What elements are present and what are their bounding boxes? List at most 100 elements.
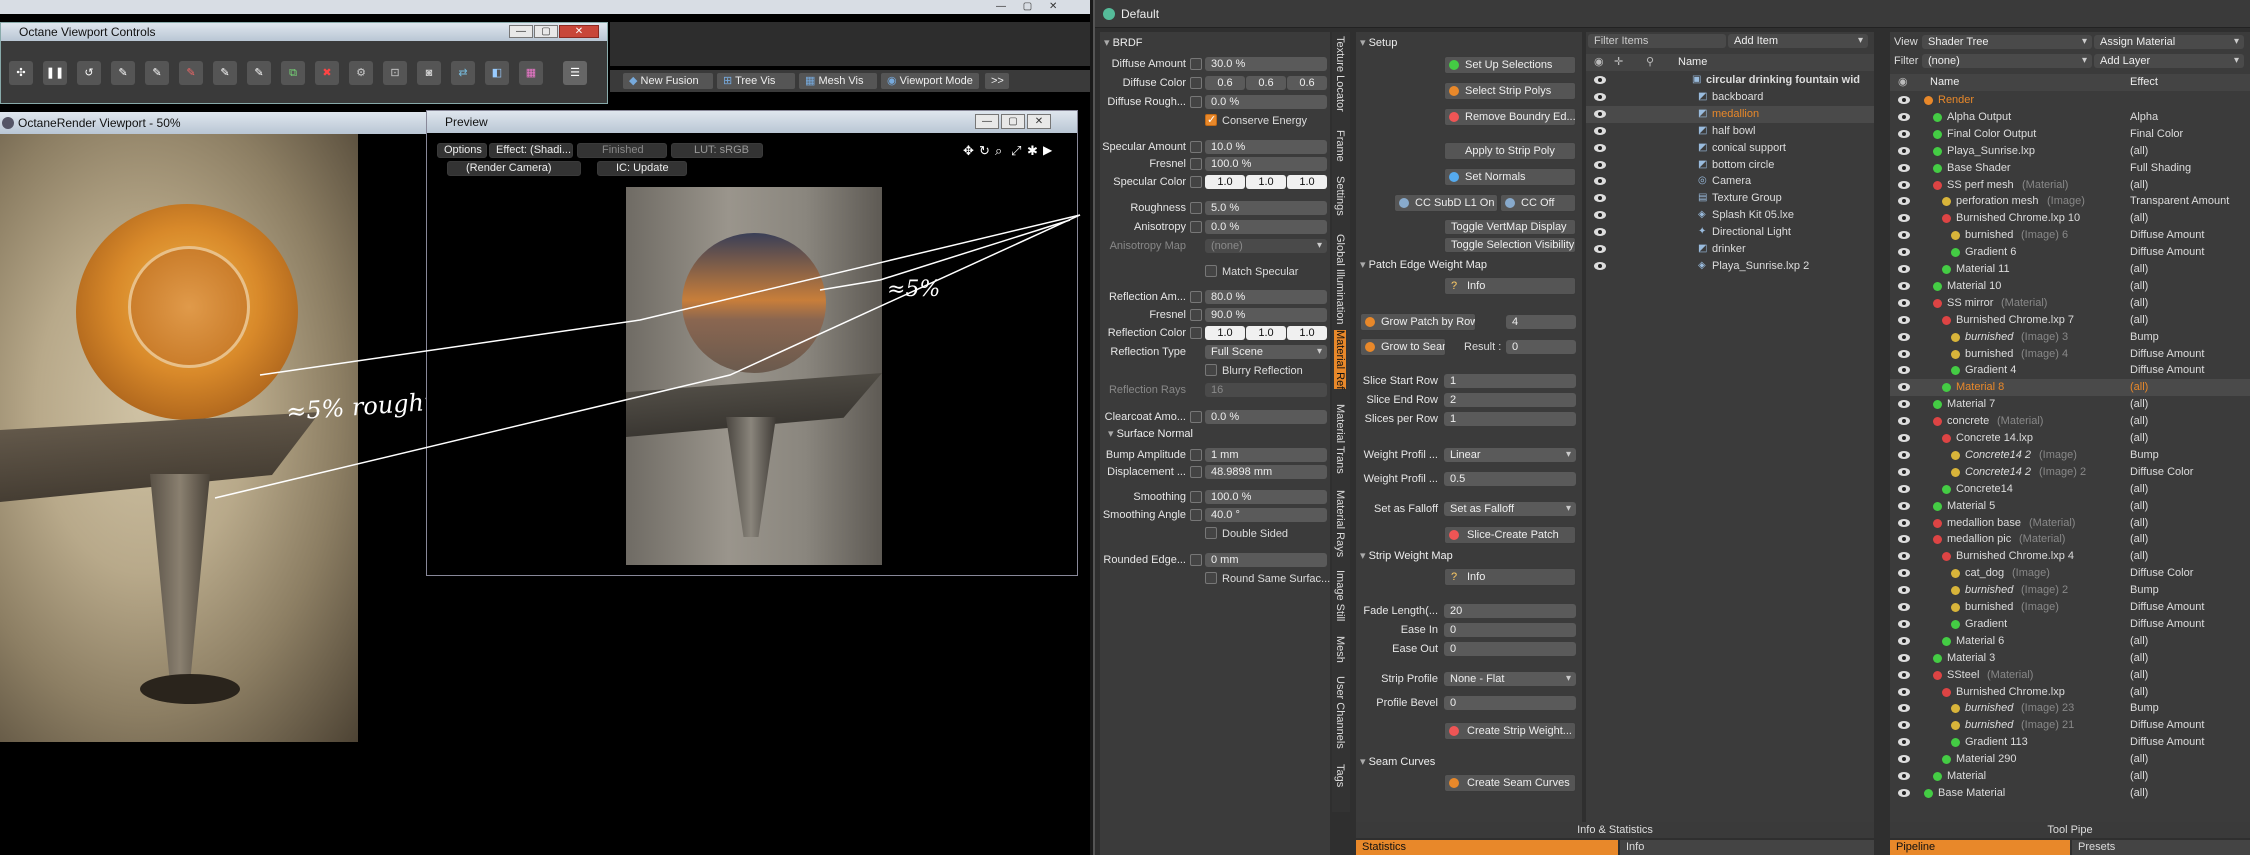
shader-layer-effect[interactable]: (all) [2130, 261, 2148, 278]
patch-info-button[interactable]: ? Info [1444, 277, 1576, 295]
set-as-falloff-dropdown[interactable]: Set as Falloff [1444, 502, 1576, 516]
shader-layer-effect[interactable]: Full Shading [2130, 160, 2191, 177]
shader-row[interactable]: Material 290 (all) [1890, 751, 2250, 768]
visibility-eye-icon[interactable] [1898, 535, 1910, 544]
vtab-material-ref[interactable]: Material Ref [1334, 330, 1346, 390]
shader-row[interactable]: burnished (Image) 6 Diffuse Amount [1890, 227, 2250, 244]
shader-row[interactable]: burnished (Image) 21 Diffuse Amount [1890, 717, 2250, 734]
visibility-eye-icon[interactable] [1898, 146, 1910, 155]
shader-layer-effect[interactable]: (all) [2130, 785, 2148, 802]
visibility-eye-icon[interactable] [1898, 704, 1910, 713]
visibility-eye-icon[interactable] [1594, 109, 1606, 118]
shader-layer-effect[interactable]: (all) [2130, 481, 2148, 498]
weight-profile-dropdown[interactable]: Linear [1444, 448, 1576, 462]
smoothing-angle-field[interactable]: 40.0 ° [1205, 508, 1327, 522]
create-seam-curves-button[interactable]: Create Seam Curves [1444, 774, 1576, 792]
shader-row[interactable]: Material (all) [1890, 768, 2250, 785]
visibility-eye-icon[interactable] [1898, 315, 1910, 324]
patch-edge-header[interactable]: ▾ Patch Edge Weight Map [1360, 258, 1487, 273]
diffuse-color-b[interactable]: 0.6 [1287, 76, 1327, 90]
diffuse-rough-field[interactable]: 0.0 % [1205, 95, 1327, 109]
shader-row[interactable]: Burnished Chrome.lxp 4 (all) [1890, 548, 2250, 565]
shader-layer-effect[interactable]: Bump [2130, 582, 2159, 599]
shader-layer-effect[interactable]: (all) [2130, 515, 2148, 532]
shader-row[interactable]: Burnished Chrome.lxp 10 (all) [1890, 210, 2250, 227]
visibility-eye-icon[interactable] [1594, 177, 1606, 186]
smoothing-toggle[interactable] [1190, 491, 1202, 503]
item-row[interactable]: ◩ bottom circle [1586, 157, 1874, 174]
fade-length-field[interactable]: 20 [1444, 604, 1576, 618]
view-dropdown[interactable]: Shader Tree [1922, 35, 2092, 49]
diffuse-color-r[interactable]: 0.6 [1205, 76, 1245, 90]
visibility-eye-icon[interactable] [1898, 619, 1910, 628]
anisotropy-map-dropdown[interactable]: (none) [1205, 239, 1327, 253]
ease-in-field[interactable]: 0 [1444, 623, 1576, 637]
surface-normal-header[interactable]: ▾ Surface Normal [1108, 427, 1193, 442]
set-up-selections-button[interactable]: Set Up Selections [1444, 56, 1576, 74]
visibility-eye-icon[interactable] [1898, 112, 1910, 121]
brdf-header[interactable]: ▾ BRDF [1104, 36, 1143, 51]
shader-row[interactable]: Concrete14 (all) [1890, 481, 2250, 498]
shader-layer-effect[interactable]: Diffuse Amount [2130, 346, 2204, 363]
rounded-edge-toggle[interactable] [1190, 554, 1202, 566]
visibility-eye-icon[interactable] [1594, 160, 1606, 169]
visibility-eye-icon[interactable] [1594, 194, 1606, 203]
visibility-eye-icon[interactable] [1898, 467, 1910, 476]
shader-row[interactable]: Concrete 14.lxp (all) [1890, 430, 2250, 447]
default-titlebar[interactable]: Default [1095, 0, 2250, 28]
assign-material-dropdown[interactable]: Assign Material [2094, 35, 2244, 49]
grow-patch-button[interactable]: Grow Patch by Rows [1360, 313, 1476, 331]
visibility-eye-icon[interactable] [1898, 450, 1910, 459]
diffuse-color-toggle[interactable] [1190, 77, 1202, 89]
shader-layer-effect[interactable]: (all) [2130, 210, 2148, 227]
shader-row[interactable]: Material 10 (all) [1890, 278, 2250, 295]
shader-layer-effect[interactable]: (all) [2130, 295, 2148, 312]
double-sided-checkbox[interactable] [1205, 527, 1217, 539]
shader-row[interactable]: Material 6 (all) [1890, 633, 2250, 650]
item-row[interactable]: ◩ conical support [1586, 140, 1874, 157]
fresnel2-field[interactable]: 90.0 % [1205, 308, 1327, 322]
shader-layer-effect[interactable]: Final Color [2130, 126, 2183, 143]
rounded-edge-field[interactable]: 0 mm [1205, 553, 1327, 567]
clearcoat-field[interactable]: 0.0 % [1205, 410, 1327, 424]
shader-row[interactable]: Render [1890, 92, 2250, 109]
visibility-eye-icon[interactable] [1898, 721, 1910, 730]
shader-row[interactable]: burnished (Image) Diffuse Amount [1890, 599, 2250, 616]
shader-row[interactable]: SS mirror (Material) (all) [1890, 295, 2250, 312]
displacement-field[interactable]: 48.9898 mm [1205, 465, 1327, 479]
shader-layer-effect[interactable]: Diffuse Amount [2130, 599, 2204, 616]
visibility-eye-icon[interactable] [1898, 603, 1910, 611]
visibility-eye-icon[interactable] [1898, 265, 1910, 273]
shader-row[interactable]: Material 8 (all) [1890, 379, 2250, 397]
vtab-tags[interactable]: Tags [1334, 764, 1346, 787]
shader-row[interactable]: Gradient 6 Diffuse Amount [1890, 244, 2250, 261]
specular-color-toggle[interactable] [1190, 176, 1202, 188]
visibility-eye-icon[interactable] [1594, 92, 1606, 101]
diffuse-rough-toggle[interactable] [1190, 96, 1202, 108]
visibility-eye-icon[interactable] [1898, 552, 1910, 561]
seam-curves-header[interactable]: ▾ Seam Curves [1360, 755, 1435, 770]
reflection-color-r[interactable]: 1.0 [1205, 326, 1245, 340]
visibility-eye-icon[interactable] [1898, 738, 1910, 747]
visibility-eye-icon[interactable] [1898, 180, 1910, 189]
visibility-eye-icon[interactable] [1898, 231, 1910, 240]
shader-row[interactable]: Gradient 4 Diffuse Amount [1890, 362, 2250, 379]
visibility-eye-icon[interactable] [1898, 400, 1910, 409]
visibility-eye-icon[interactable] [1898, 501, 1910, 510]
slice-start-field[interactable]: 1 [1444, 374, 1576, 388]
item-row[interactable]: ◩ medallion [1586, 105, 1874, 123]
shader-layer-effect[interactable]: Bump [2130, 700, 2159, 717]
shader-layer-effect[interactable]: (all) [2130, 379, 2148, 396]
shader-layer-effect[interactable]: Diffuse Amount [2130, 616, 2204, 633]
strip-weight-header[interactable]: ▾ Strip Weight Map [1360, 549, 1453, 564]
cc-off-button[interactable]: CC Off [1500, 194, 1576, 212]
info-stats-bar[interactable]: Info & Statistics [1356, 822, 1874, 838]
slice-end-field[interactable]: 2 [1444, 393, 1576, 407]
ease-out-field[interactable]: 0 [1444, 642, 1576, 656]
result-field[interactable]: 0 [1506, 340, 1576, 354]
shader-layer-effect[interactable]: Diffuse Amount [2130, 717, 2204, 734]
visibility-eye-icon[interactable] [1898, 434, 1910, 442]
bump-amplitude-toggle[interactable] [1190, 449, 1202, 461]
toggle-vertmap-button[interactable]: Toggle VertMap Display [1444, 219, 1576, 235]
clearcoat-toggle[interactable] [1190, 411, 1202, 423]
